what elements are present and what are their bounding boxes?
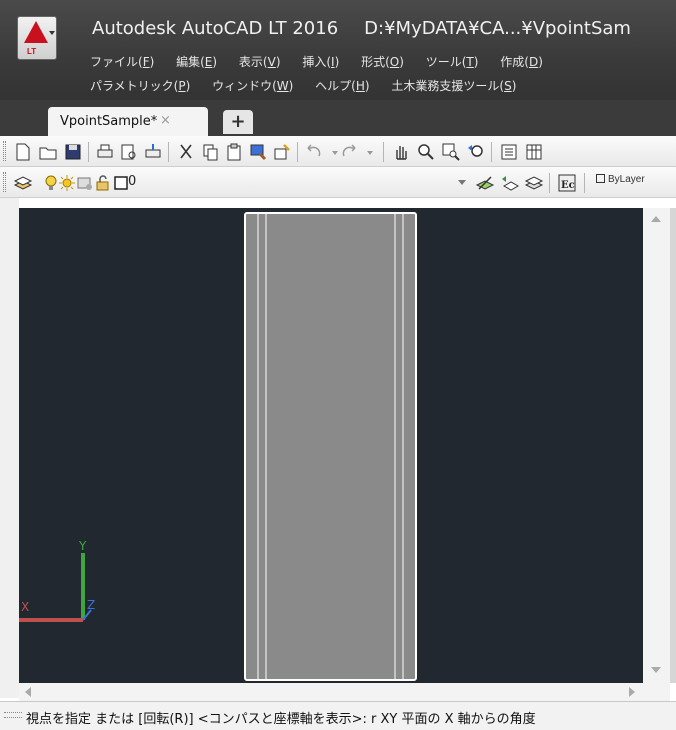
menu-view[interactable]: 表示(V) xyxy=(239,53,281,70)
application-menu-button[interactable]: LT xyxy=(17,16,57,60)
toolbar-separator xyxy=(491,142,492,162)
side-panel-edge xyxy=(670,208,676,683)
menu-draw[interactable]: 作成(D) xyxy=(500,53,543,70)
ucs-y-label: Y xyxy=(78,539,87,553)
current-layer-name[interactable]: 0 xyxy=(128,174,136,189)
tab-label: VpointSample* xyxy=(60,114,158,129)
block-editor-icon[interactable] xyxy=(271,141,293,163)
ucs-x-label: X xyxy=(21,600,29,614)
drawing-canvas[interactable]: Y X Z xyxy=(19,208,643,683)
chevron-down-icon[interactable] xyxy=(458,180,466,185)
menu-tools[interactable]: ツール(T) xyxy=(426,53,479,70)
ucs-z-label: Z xyxy=(87,598,95,612)
properties-icon[interactable] xyxy=(498,141,520,163)
toolbar-separator xyxy=(584,173,585,193)
menu-parametric[interactable]: パラメトリック(P) xyxy=(90,77,190,94)
document-path: D:¥MyDATA¥CA...¥VpointSam xyxy=(364,18,631,39)
command-line[interactable]: 視点を指定 または [回転(R)] <コンパスと座標軸を表示>: r XY 平面… xyxy=(0,701,676,730)
print-icon[interactable] xyxy=(94,141,116,163)
save-icon[interactable] xyxy=(62,141,84,163)
toolbar-separator xyxy=(549,173,550,193)
menu-insert[interactable]: 挿入(I) xyxy=(302,53,339,70)
column-fill xyxy=(245,213,416,680)
vertical-column-object[interactable] xyxy=(244,212,417,681)
make-object-layer-current-icon[interactable] xyxy=(474,172,496,194)
toolbar-grip[interactable] xyxy=(3,172,6,192)
menu-civil-tools[interactable]: 土木業務支援ツール(S) xyxy=(391,77,516,94)
redo-icon[interactable] xyxy=(338,141,360,163)
menu-bar-row-1: ファイル(F) 編集(E) 表示(V) 挿入(I) 形式(O) ツール(T) 作… xyxy=(90,53,561,70)
match-properties-icon[interactable] xyxy=(247,141,269,163)
menu-help[interactable]: ヘルプ(H) xyxy=(315,77,369,94)
design-center-icon[interactable] xyxy=(523,141,545,163)
scroll-up-arrow-icon[interactable] xyxy=(651,216,661,222)
layers-toolbar: 0 Ec ByLayer xyxy=(0,167,676,198)
publish-icon[interactable] xyxy=(142,141,164,163)
pan-icon[interactable] xyxy=(390,141,412,163)
cut-icon[interactable] xyxy=(175,141,197,163)
zoom-window-icon[interactable] xyxy=(440,141,462,163)
menu-edit[interactable]: 編集(E) xyxy=(176,53,217,70)
new-file-icon[interactable] xyxy=(12,141,34,163)
scroll-down-arrow-icon[interactable] xyxy=(651,667,661,673)
zoom-previous-icon[interactable] xyxy=(465,141,487,163)
toolbar-separator xyxy=(297,142,298,162)
window-title: Autodesk AutoCAD LT 2016 D:¥MyDATA¥CA...¥… xyxy=(92,18,631,39)
toolbar-grip[interactable] xyxy=(3,141,6,161)
tab-vpointsample[interactable]: VpointSample* × xyxy=(48,107,208,136)
command-line-grip[interactable] xyxy=(4,712,22,718)
layer-previous-icon[interactable] xyxy=(499,172,521,194)
app-title: Autodesk AutoCAD LT 2016 xyxy=(92,18,339,39)
redo-dropdown-icon[interactable] xyxy=(359,141,381,163)
close-icon[interactable]: × xyxy=(160,113,171,128)
annotation-scale-icon[interactable]: Ec xyxy=(556,172,578,194)
undo-icon[interactable] xyxy=(303,141,325,163)
paste-icon[interactable] xyxy=(223,141,245,163)
color-swatch-icon xyxy=(596,174,605,183)
horizontal-scrollbar[interactable] xyxy=(19,683,670,701)
menu-window[interactable]: ウィンドウ(W) xyxy=(212,77,293,94)
lt-badge: LT xyxy=(27,47,37,56)
standard-toolbar xyxy=(0,136,676,167)
ucs-icon: Y X Z xyxy=(19,539,95,622)
svg-text:Ec: Ec xyxy=(561,180,575,191)
vertical-scrollbar[interactable] xyxy=(643,208,670,683)
layer-properties-icon[interactable] xyxy=(12,172,34,194)
menu-format[interactable]: 形式(O) xyxy=(361,53,404,70)
color-control[interactable]: ByLayer xyxy=(596,174,645,185)
copy-icon[interactable] xyxy=(199,141,221,163)
scroll-left-arrow-icon[interactable] xyxy=(25,687,31,697)
color-control-value: ByLayer xyxy=(608,174,645,185)
layer-states-icon[interactable] xyxy=(523,172,545,194)
autocad-logo-icon xyxy=(24,21,48,43)
scroll-right-arrow-icon[interactable] xyxy=(629,687,635,697)
drawing-viewport: Y X Z xyxy=(19,212,417,681)
menu-bar-row-2: パラメトリック(P) ウィンドウ(W) ヘルプ(H) 土木業務支援ツール(S) xyxy=(90,77,534,94)
toolbar-separator xyxy=(168,142,169,162)
command-prompt-text: 視点を指定 または [回転(R)] <コンパスと座標軸を表示>: r XY 平面… xyxy=(26,712,536,727)
toolbar-separator xyxy=(383,142,384,162)
new-tab-button[interactable]: + xyxy=(223,110,253,134)
toolbar-separator xyxy=(88,142,89,162)
plot-preview-icon[interactable] xyxy=(118,141,140,163)
menu-file[interactable]: ファイル(F) xyxy=(90,53,154,70)
chevron-down-icon xyxy=(49,31,55,35)
zoom-realtime-icon[interactable] xyxy=(415,141,437,163)
window-frame-left xyxy=(0,198,19,698)
open-folder-icon[interactable] xyxy=(37,141,59,163)
